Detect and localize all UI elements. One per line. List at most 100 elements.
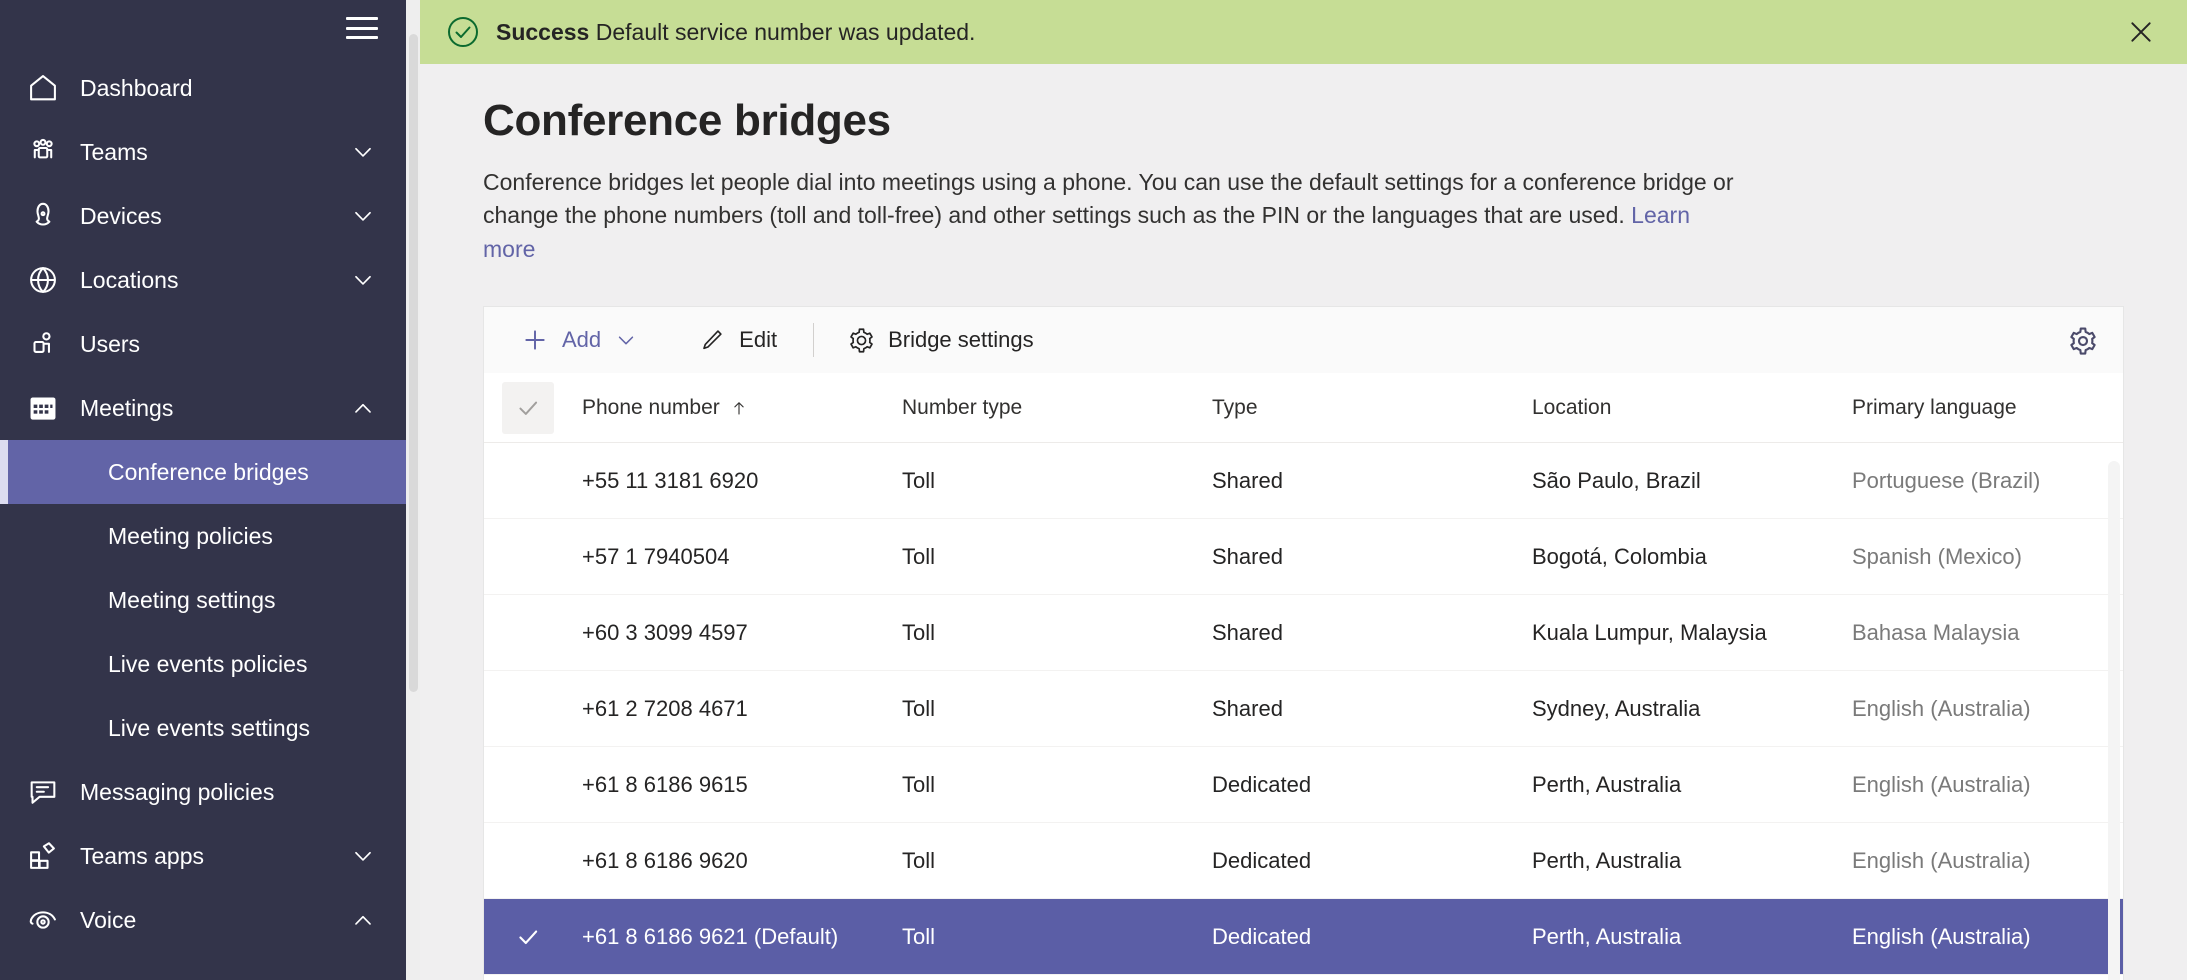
page-body: Conference bridges Conference bridges le…: [420, 96, 2187, 980]
table-row[interactable]: +60 3 3099 4597 Toll Shared Kuala Lumpur, M…: [484, 595, 2123, 672]
cell-number-type: Toll: [902, 923, 936, 949]
sidebar-item-label: Teams: [80, 138, 148, 165]
sidebar-item-teams[interactable]: Teams: [0, 120, 406, 184]
sidebar-item-users[interactable]: Users: [0, 312, 406, 376]
sidebar-item-label: Locations: [80, 266, 179, 293]
column-header-phone-number[interactable]: Phone number: [582, 396, 902, 420]
row-checkbox[interactable]: [502, 924, 554, 950]
sidebar-secondary-nav: Messaging policies Teams apps Voice: [0, 760, 406, 952]
sidebar-item-label: Devices: [80, 202, 162, 229]
chevron-none-icon: [346, 775, 380, 809]
users-icon: [22, 323, 64, 365]
cell-phone-number: +57 1 7940504: [582, 543, 730, 569]
select-all-checkbox[interactable]: [502, 381, 554, 434]
table-row[interactable]: +61 8 6186 9621 (Default) Toll Dedicated Pe…: [484, 899, 2123, 976]
devices-icon: [22, 195, 64, 237]
cell-primary-language: Spanish (Mexico): [1852, 543, 2022, 569]
chevron-down-icon[interactable]: [346, 135, 380, 169]
cell-type: Dedicated: [1212, 771, 1312, 797]
sidebar-item-voice[interactable]: Voice: [0, 888, 406, 952]
cell-type: Shared: [1212, 695, 1283, 721]
table-header-row: Phone number Number type Type Location P…: [484, 373, 2123, 444]
sidebar-subitem-conference-bridges[interactable]: Conference bridges: [0, 440, 406, 504]
sidebar-item-label: Meetings: [80, 394, 174, 421]
sidebar-subitem-meeting-policies[interactable]: Meeting policies: [0, 504, 406, 568]
column-header-primary-language[interactable]: Primary language: [1852, 396, 2123, 420]
column-header-phone-number-label: Phone number: [582, 395, 720, 419]
table-row[interactable]: +57 1 7940504 Toll Shared Bogotá, Colombia S…: [484, 519, 2123, 596]
success-banner-title: Success: [496, 18, 590, 45]
table-row[interactable]: +61 8 6186 9615 Toll Dedicated Perth, Austr…: [484, 747, 2123, 824]
cell-type: Shared: [1212, 543, 1283, 569]
table-row[interactable]: +61 2 7208 4671 Toll Shared Sydney, Austral…: [484, 671, 2123, 748]
cell-location: Perth, Australia: [1532, 771, 1682, 797]
add-button-label: Add: [562, 327, 602, 353]
sidebar-meetings-subnav: Conference bridges Meeting policies Meetin…: [0, 440, 406, 760]
cell-type: Dedicated: [1212, 923, 1312, 949]
cell-primary-language: English (Australia): [1852, 847, 2031, 873]
sidebar-item-messaging-policies[interactable]: Messaging policies: [0, 760, 406, 824]
sidebar-item-meetings[interactable]: Meetings: [0, 376, 406, 440]
cell-number-type: Toll: [902, 695, 936, 721]
cell-number-type: Toll: [902, 467, 936, 493]
toolbar-divider: [813, 323, 815, 358]
cell-primary-language: English (Australia): [1852, 923, 2031, 949]
plus-icon: [520, 325, 550, 355]
chevron-up-icon[interactable]: [346, 903, 380, 937]
sidebar-item-locations[interactable]: Locations: [0, 248, 406, 312]
cell-phone-number: +61 8 6186 9615: [582, 771, 748, 797]
cell-number-type: Toll: [902, 543, 936, 569]
sidebar-item-teams-apps[interactable]: Teams apps: [0, 824, 406, 888]
cell-primary-language: Bahasa Malaysia: [1852, 619, 2020, 645]
bridge-settings-button[interactable]: Bridge settings: [836, 317, 1044, 363]
sidebar-subitem-label: Conference bridges: [108, 458, 309, 485]
chevron-none-icon: [346, 71, 380, 105]
column-header-type[interactable]: Type: [1212, 396, 1532, 420]
bridge-settings-label: Bridge settings: [888, 327, 1034, 353]
sidebar-item-dashboard[interactable]: Dashboard: [0, 56, 406, 120]
sidebar-subitem-live-events-policies[interactable]: Live events policies: [0, 632, 406, 696]
chevron-down-icon[interactable]: [346, 199, 380, 233]
sidebar: Dashboard Teams Devices Locations Users Meeti…: [0, 0, 406, 980]
add-button[interactable]: Add: [510, 317, 649, 363]
sidebar-subitem-label: Live events policies: [108, 650, 308, 677]
phone-icon: [22, 899, 64, 941]
chevron-none-icon: [346, 327, 380, 361]
cell-type: Shared: [1212, 467, 1283, 493]
hamburger-icon[interactable]: [346, 17, 378, 39]
sidebar-scrollbar-thumb[interactable]: [409, 34, 418, 692]
chevron-down-icon[interactable]: [346, 263, 380, 297]
success-banner-text: Success Default service number was updat…: [496, 19, 2121, 46]
app-root: Dashboard Teams Devices Locations Users Meeti…: [0, 0, 2187, 980]
column-header-location[interactable]: Location: [1532, 396, 1852, 420]
column-options-gear-icon[interactable]: [2065, 323, 2101, 359]
table-body: +55 11 3181 6920 Toll Shared São Paulo, Bra…: [484, 443, 2123, 976]
sidebar-item-label: Teams apps: [80, 842, 205, 869]
cell-phone-number: +55 11 3181 6920: [582, 467, 759, 493]
sidebar-item-devices[interactable]: Devices: [0, 184, 406, 248]
table-row[interactable]: +55 11 3181 6920 Toll Shared São Paulo, Bra…: [484, 443, 2123, 520]
table-row[interactable]: +61 8 6186 9620 Toll Dedicated Perth, Austr…: [484, 823, 2123, 900]
main-content: Success Default service number was updat…: [420, 0, 2187, 980]
edit-button[interactable]: Edit: [687, 317, 787, 363]
chevron-up-icon[interactable]: [346, 391, 380, 425]
chevron-down-icon[interactable]: [613, 327, 639, 353]
sidebar-subitem-meeting-settings[interactable]: Meeting settings: [0, 568, 406, 632]
sidebar-primary-nav: Dashboard Teams Devices Locations Users Meeti…: [0, 56, 406, 440]
chat-icon: [22, 771, 64, 813]
sidebar-scrollbar[interactable]: [406, 0, 420, 980]
close-icon[interactable]: [2121, 12, 2161, 52]
cell-phone-number: +61 8 6186 9621 (Default): [582, 923, 839, 949]
sidebar-item-label: Users: [80, 330, 141, 357]
success-check-icon: [446, 15, 480, 49]
sidebar-subitem-label: Live events settings: [108, 714, 311, 741]
column-header-number-type[interactable]: Number type: [902, 396, 1212, 420]
cell-primary-language: English (Australia): [1852, 695, 2031, 721]
table-scrollbar-thumb[interactable]: [2108, 461, 2120, 980]
table-scrollbar[interactable]: [2107, 443, 2121, 980]
table-toolbar: Add Edit Bridge settings: [484, 307, 2123, 374]
page-description-text: Conference bridges let people dial into …: [483, 169, 1734, 229]
teams-icon: [22, 131, 64, 173]
chevron-down-icon[interactable]: [346, 839, 380, 873]
sidebar-subitem-live-events-settings[interactable]: Live events settings: [0, 696, 406, 760]
